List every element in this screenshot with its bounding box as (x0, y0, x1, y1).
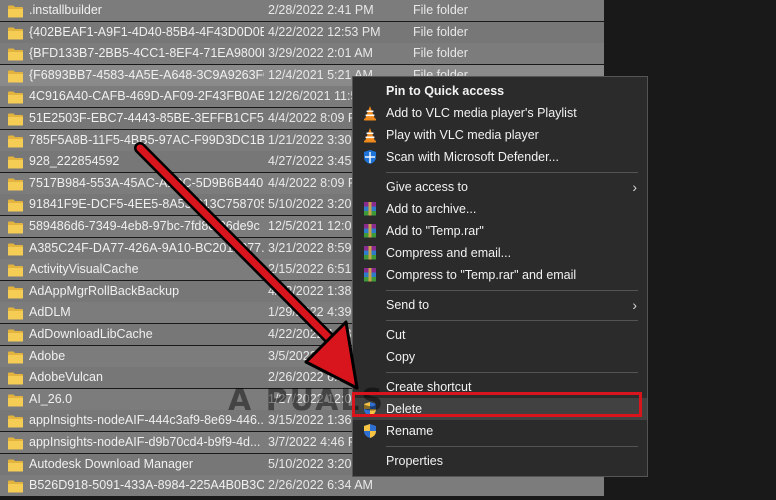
file-row[interactable]: B526D918-5091-433A-8984-225A4B0B3C36 2/26… (0, 475, 604, 497)
delete-highlight-box (352, 392, 642, 417)
file-name: B526D918-5091-433A-8984-225A4B0B3C36 (29, 478, 264, 493)
folder-icon (8, 479, 23, 493)
date-modified: 2/26/2022 6:34 AM (268, 478, 373, 493)
